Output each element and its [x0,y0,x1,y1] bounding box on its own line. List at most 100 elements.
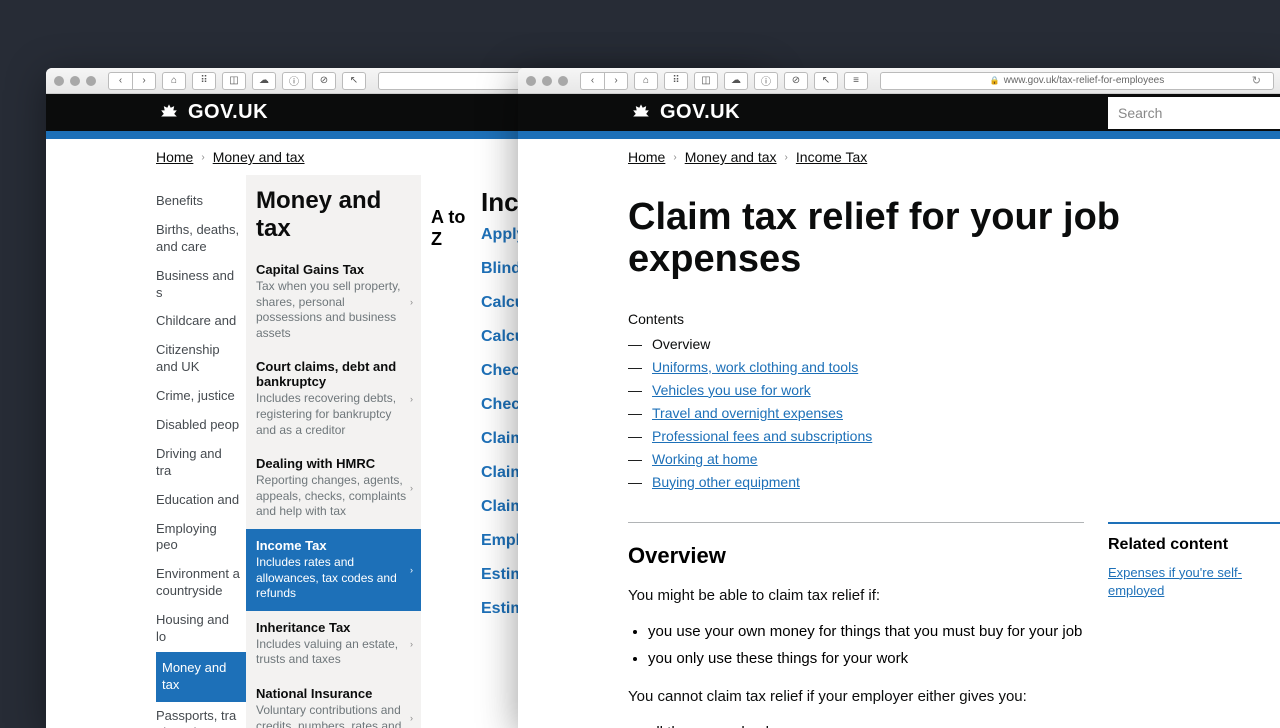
list-item: all the money back [648,719,1084,728]
chevron-right-icon: › [410,639,413,649]
submenu-item-desc: Voluntary contributions and credits, num… [256,703,411,728]
category-item[interactable]: Driving and tra [156,440,246,486]
maximize-button[interactable] [558,76,568,86]
contents-link[interactable]: Uniforms, work clothing and tools [652,357,858,378]
category-item[interactable]: Business and s [156,262,246,308]
sidebar-button[interactable]: ◫ [222,72,246,90]
submenu-item-title: National Insurance [256,686,411,701]
body-paragraph: You cannot claim tax relief if your empl… [628,686,1084,707]
submenu-title: Money and tax [246,175,421,253]
contents-link[interactable]: Working at home [652,449,758,470]
contents-item: — Buying other equipment [628,471,1280,494]
chevron-icon: › [785,152,788,163]
lock-icon: 🔒 [990,76,1000,85]
related-link[interactable]: Expenses if you're self-employed [1108,565,1242,598]
az-label: A to Z [431,207,471,250]
breadcrumb-home[interactable]: Home [156,149,193,165]
submenu-item-desc: Includes valuing an estate, trusts and t… [256,637,411,668]
tool-button[interactable]: ↖ [814,72,838,90]
tool-button[interactable]: ↖ [342,72,366,90]
category-item[interactable]: Citizenship and UK [156,336,246,382]
search-input[interactable]: Search [1108,97,1280,129]
reload-icon[interactable]: ↻ [1252,74,1261,87]
dash-icon: — [628,380,642,401]
contents-link[interactable]: Vehicles you use for work [652,380,811,401]
govuk-logo[interactable]: GOV.UK [156,101,268,124]
category-sidebar: BenefitsBirths, deaths, and careBusiness… [156,175,246,728]
dash-icon: — [628,334,642,355]
breadcrumb-home[interactable]: Home [628,149,665,165]
breadcrumb-money[interactable]: Money and tax [685,149,777,165]
content-area: Home › Money and tax › Income Tax Claim … [518,139,1280,728]
breadcrumb-money[interactable]: Money and tax [213,149,305,165]
breadcrumb-income-tax[interactable]: Income Tax [796,149,867,165]
govuk-logo[interactable]: GOV.UK [628,101,740,124]
contents-label: Contents [628,311,1280,327]
category-item[interactable]: Housing and lo [156,606,246,652]
contents-link[interactable]: Professional fees and subscriptions [652,426,872,447]
dash-icon: — [628,472,642,493]
submenu-item-desc: Reporting changes, agents, appeals, chec… [256,473,411,520]
submenu-item[interactable]: National Insurance Voluntary contribution… [246,677,421,728]
cloud-button[interactable]: ☁ [724,72,748,90]
forward-button[interactable]: › [132,72,156,90]
close-button[interactable] [54,76,64,86]
category-item[interactable]: Education and [156,486,246,515]
category-item[interactable]: Births, deaths, and care [156,216,246,262]
info-button[interactable]: ⓘ [754,72,778,90]
contents-item: — Professional fees and subscriptions [628,425,1280,448]
url-bar[interactable]: 🔒 www.gov.uk/tax-relief-for-employees ↻ [880,72,1274,90]
menu-button[interactable]: ≡ [844,72,868,90]
category-item[interactable]: Money and tax [156,652,246,702]
back-button[interactable]: ‹ [108,72,132,90]
submenu-item[interactable]: Capital Gains TaxTax when you sell prope… [246,253,421,350]
sidebar-button[interactable]: ◫ [694,72,718,90]
category-item[interactable]: Benefits [156,187,246,216]
contents-label: Overview [652,334,710,355]
cloud-button[interactable]: ☁ [252,72,276,90]
category-item[interactable]: Passports, tra abroad [156,702,246,728]
browser-window-right: ‹ › ⌂ ⠿ ◫ ☁ ⓘ ⊘ ↖ ≡ 🔒 www.gov.uk/tax-rel… [518,68,1280,728]
submenu-item[interactable]: Inheritance TaxIncludes valuing an estat… [246,611,421,677]
home-button[interactable]: ⌂ [634,72,658,90]
page-title: Claim tax relief for your job expenses [628,197,1128,281]
submenu-item[interactable]: Court claims, debt and bankruptcyInclude… [246,350,421,447]
dash-icon: — [628,357,642,378]
forward-button[interactable]: › [604,72,628,90]
minimize-button[interactable] [70,76,80,86]
category-item[interactable]: Childcare and [156,307,246,336]
grid-button[interactable]: ⠿ [664,72,688,90]
contents-item: —Travel and overnight expenses [628,402,1280,425]
traffic-lights [54,76,96,86]
category-item[interactable]: Crime, justice [156,382,246,411]
crown-icon [628,102,654,124]
crown-icon [156,102,182,124]
close-button[interactable] [526,76,536,86]
contents-link[interactable]: Travel and overnight expenses [652,403,843,424]
back-button[interactable]: ‹ [580,72,604,90]
grid-button[interactable]: ⠿ [192,72,216,90]
contents-item: — Uniforms, work clothing and tools [628,356,1280,379]
category-item[interactable]: Employing peo [156,515,246,561]
stop-button[interactable]: ⊘ [312,72,336,90]
contents-link[interactable]: Buying other equipment [652,472,800,493]
body-list: you use your own money for things that y… [628,618,1084,672]
body-list: all the money backan alternative, for ex… [628,719,1084,728]
contents-list: — Overview — Uniforms, work clothing and to… [628,333,1280,494]
maximize-button[interactable] [86,76,96,86]
category-item[interactable]: Environment a countryside [156,560,246,606]
minimize-button[interactable] [542,76,552,86]
overview-heading: Overview [628,522,1084,569]
submenu-item[interactable]: Dealing with HMRCReporting changes, agen… [246,447,421,529]
contents-item: — Overview [628,333,1280,356]
stop-button[interactable]: ⊘ [784,72,808,90]
home-button[interactable]: ⌂ [162,72,186,90]
dash-icon: — [628,426,642,447]
submenu-item[interactable]: Income TaxIncludes rates and allowances,… [246,529,421,611]
toolbar: ‹ › ⌂ ⠿ ◫ ☁ ⓘ ⊘ ↖ ≡ 🔒 www.gov.uk/tax-rel… [518,68,1280,94]
category-item[interactable]: Disabled peop [156,411,246,440]
info-button[interactable]: ⓘ [282,72,306,90]
submenu-item-title: Court claims, debt and bankruptcy [256,359,411,389]
chevron-icon: › [673,152,676,163]
chevron-icon: › [201,152,204,163]
